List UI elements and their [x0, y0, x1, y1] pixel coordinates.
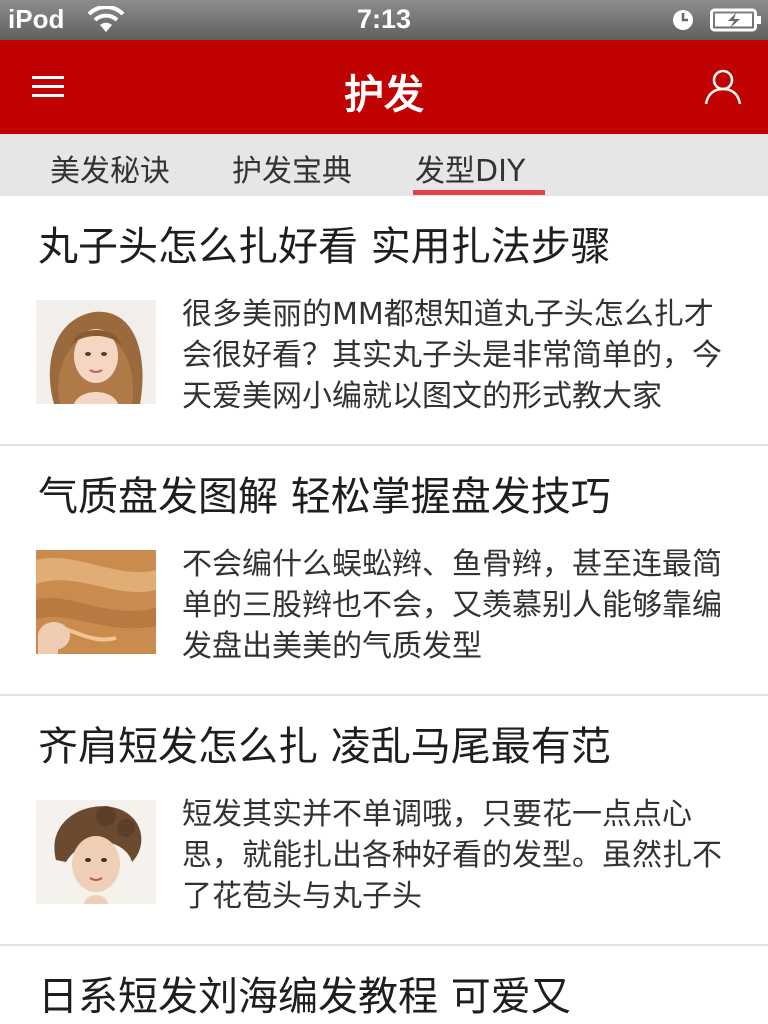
list-item[interactable]: 齐肩短发怎么扎 凌乱马尾最有范 短发其实并不单调哦，只要花一点点心思，就能扎出各…	[0, 696, 768, 946]
tab-hairstyle-diy[interactable]: 发型DIY	[415, 146, 525, 190]
alarm-clock-icon	[673, 10, 693, 30]
article-summary: 不会编什么蜈蚣辫、鱼骨辫，甚至连最简单的三股辫也不会，又羡慕别人能够靠编发盘出美…	[182, 547, 722, 664]
updo-hairstyle-thumbnail	[36, 800, 156, 904]
article-title: 气质盘发图解 轻松掌握盘发技巧	[38, 474, 611, 520]
clock-time: 7:13	[356, 4, 412, 34]
article-title: 日系短发刘海编发教程 可爱又	[38, 974, 571, 1020]
article-list: 丸子头怎么扎好看 实用扎法步骤 很多美丽的MM都想知道丸子头怎么扎才会很好看？其…	[0, 196, 768, 1020]
hamburger-menu-icon[interactable]	[28, 70, 68, 104]
page-title: 护发	[344, 72, 424, 118]
woman-portrait-thumbnail	[36, 300, 156, 404]
list-item[interactable]: 丸子头怎么扎好看 实用扎法步骤 很多美丽的MM都想知道丸子头怎么扎才会很好看？其…	[0, 196, 768, 446]
article-summary: 很多美丽的MM都想知道丸子头怎么扎才会很好看？其实丸子头是非常简单的，今天爱美网…	[182, 297, 722, 414]
battery-charging-icon	[710, 8, 761, 32]
article-title: 齐肩短发怎么扎 凌乱马尾最有范	[38, 724, 611, 770]
status-bar: iPod 7:13	[0, 0, 768, 40]
category-tabs: 美发秘诀 护发宝典 发型DIY	[0, 134, 768, 196]
hair-braiding-thumbnail	[36, 550, 156, 654]
tab-hair-secrets[interactable]: 美发秘诀	[50, 146, 170, 190]
navigation-bar: 护发	[0, 40, 768, 134]
article-summary: 短发其实并不单调哦，只要花一点点心思，就能扎出各种好看的发型。虽然扎不了花苞头与…	[182, 797, 722, 914]
tab-hair-care-guide[interactable]: 护发宝典	[232, 146, 352, 190]
active-tab-indicator	[413, 190, 545, 195]
list-item[interactable]: 日系短发刘海编发教程 可爱又	[0, 946, 768, 1020]
user-icon[interactable]	[702, 66, 744, 108]
article-title: 丸子头怎么扎好看 实用扎法步骤	[38, 224, 611, 270]
list-item[interactable]: 气质盘发图解 轻松掌握盘发技巧 不会编什么蜈蚣辫、鱼骨辫，甚至连最简单的三股辫也…	[0, 446, 768, 696]
